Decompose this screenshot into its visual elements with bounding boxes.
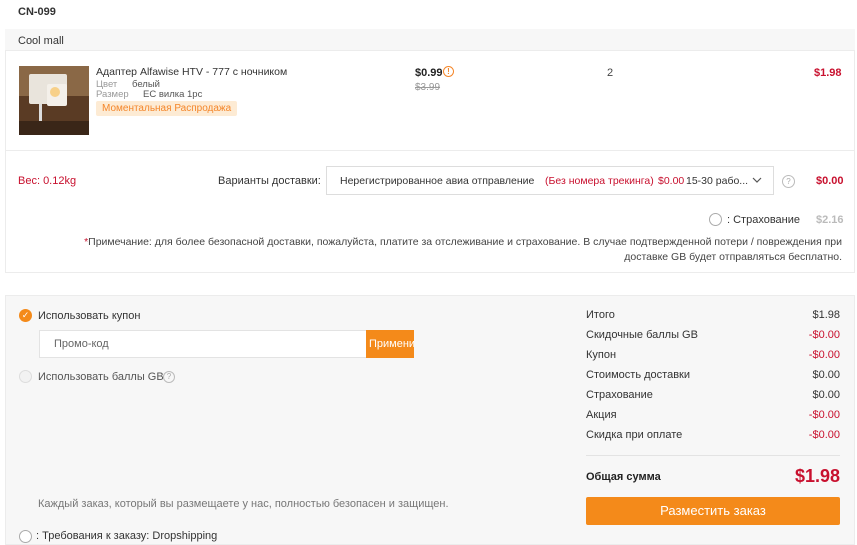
grand-total-value: $1.98	[794, 466, 840, 486]
place-order-button[interactable]: Разместить заказ	[586, 497, 840, 525]
summary-label: Скидка при оплате	[586, 429, 683, 441]
line-total: $1.98	[814, 67, 842, 79]
unit-price: $0.99	[415, 67, 443, 79]
apply-coupon-button[interactable]: Применить	[366, 330, 414, 358]
summary-label: Акция	[586, 409, 617, 421]
check-icon[interactable]: ✓	[19, 309, 32, 322]
shipping-method-days: 15-30 рабо...	[686, 175, 749, 187]
shipping-method-price: $0.00	[658, 175, 685, 187]
summary-value: -$0.00	[808, 409, 840, 421]
attr-value: EC вилка 1pc	[143, 89, 203, 100]
summary-label: Купон	[586, 349, 617, 361]
help-icon[interactable]: ?	[163, 371, 175, 383]
attr-label: Размер	[96, 89, 129, 100]
product-attr-size: Размер EC вилка 1pc	[96, 88, 202, 100]
shipping-note: *Примечание: для более безопасной достав…	[60, 235, 842, 265]
shipping-no-tracking: (Без номера трекинга)	[545, 175, 654, 187]
summary-label: Итого	[586, 309, 615, 321]
divider	[586, 455, 840, 456]
summary-value: -$0.00	[808, 329, 840, 341]
quantity: 2	[607, 67, 614, 79]
gb-points-label[interactable]: Использовать баллы GB	[38, 371, 164, 383]
insurance-radio[interactable]	[709, 213, 722, 226]
package-weight: Вес: 0.12kg	[18, 175, 77, 187]
shipping-options-label: Варианты доставки:	[218, 175, 321, 187]
summary-value: $1.98	[812, 309, 840, 321]
grand-total-label: Общая сумма	[586, 471, 661, 483]
insurance-cost: $2.16	[816, 214, 844, 226]
summary-label: Страхование	[586, 389, 653, 401]
shipping-method-name: Нерегистрированное авиа отправление	[340, 175, 535, 187]
shipping-cost: $0.00	[816, 175, 844, 187]
info-icon[interactable]: !	[443, 66, 454, 77]
summary-value: $0.00	[812, 389, 840, 401]
insurance-label: : Страхование	[727, 214, 800, 226]
security-notice: Каждый заказ, который вы размещаете у на…	[38, 498, 449, 510]
flash-sale-badge: Моментальная Распродажа	[96, 101, 238, 116]
summary-value: -$0.00	[808, 349, 840, 361]
note-text: Примечание: для более безопасной доставк…	[88, 236, 842, 263]
summary-value: $0.00	[812, 369, 840, 381]
divider	[5, 150, 855, 151]
warehouse-code: CN-099	[18, 6, 56, 18]
use-coupon-label[interactable]: Использовать купон	[38, 310, 140, 322]
dropshipping-radio[interactable]	[19, 530, 32, 543]
promo-code-input[interactable]	[39, 330, 367, 358]
product-title[interactable]: Адаптер Alfawise HTV - 777 с ночником	[96, 66, 287, 78]
original-price: $3.99	[415, 82, 441, 93]
dropshipping-label[interactable]: : Требования к заказу: Dropshipping	[36, 530, 217, 542]
summary-label: Стоимость доставки	[586, 369, 690, 381]
store-name[interactable]: Cool mall	[18, 35, 64, 47]
summary-value: -$0.00	[808, 429, 840, 441]
summary-label: Скидочные баллы GB	[586, 329, 698, 341]
gb-points-radio[interactable]	[19, 370, 32, 383]
help-icon[interactable]: ?	[782, 175, 795, 188]
store-header	[5, 29, 855, 51]
chevron-down-icon[interactable]	[752, 175, 762, 185]
product-image[interactable]	[19, 66, 89, 135]
